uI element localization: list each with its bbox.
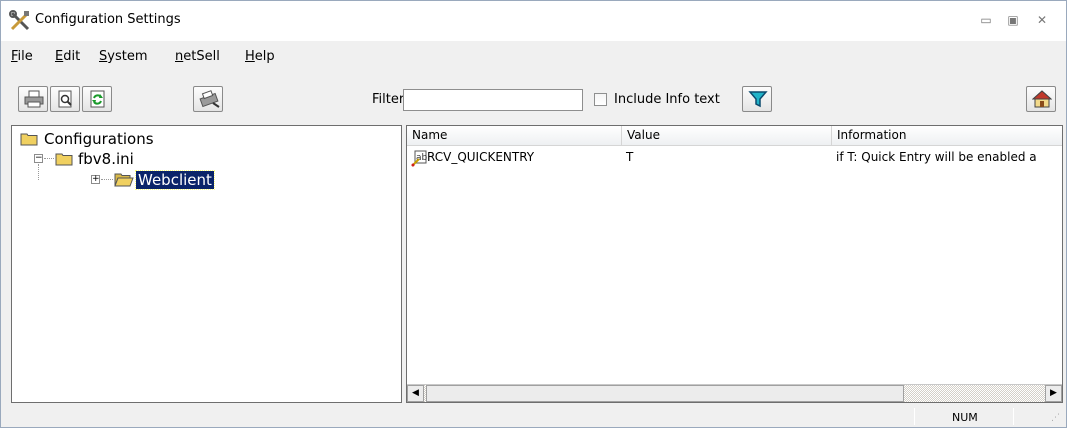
folder-icon [55,153,73,166]
filter-icon [748,91,768,108]
tree-collapse-toggle[interactable]: − [34,154,43,163]
minimize-button[interactable]: ▭ [977,11,995,29]
close-button[interactable]: ✕ [1033,11,1051,29]
resize-grip-icon[interactable]: ⋰ [1051,413,1060,423]
filter-input[interactable] [403,89,583,111]
menu-system[interactable]: System [99,49,148,64]
print-preview-icon [58,90,72,108]
row-name: RCV_QUICKENTRY [427,150,535,164]
menu-edit[interactable]: Edit [55,49,80,64]
scroll-thumb[interactable] [426,385,904,402]
list-header: Name Value Information [407,126,1062,146]
window-title: Configuration Settings [35,12,181,27]
tree-item-fbv8-ini[interactable]: fbv8.ini [78,150,134,168]
apply-filter-button[interactable] [742,86,772,112]
status-num: NUM [952,411,978,424]
status-separator [1013,408,1014,425]
configuration-tree[interactable]: Configurations − fbv8.ini + Webclient [11,125,402,403]
filter-label: Filter [372,92,405,107]
menu-help-mnemonic: H [245,49,255,64]
row-information: if T: Quick Entry will be enabled a [836,150,1037,164]
maximize-button[interactable]: ▣ [1004,11,1022,29]
refresh-button[interactable] [82,86,112,112]
column-header-value[interactable]: Value [622,126,832,146]
status-bar: NUM ⋰ [1,405,1066,427]
tree-line [44,158,54,159]
home-icon [1032,90,1052,108]
tools-icon [9,10,30,31]
menu-bar: File Edit System netSell Help [1,47,1066,69]
include-info-checkbox[interactable] [594,93,607,106]
tree-item-configurations[interactable]: Configurations [44,130,154,148]
menu-netsell-mnemonic: n [175,49,184,64]
menu-netsell[interactable]: netSell [175,49,220,64]
print-preview-button[interactable] [50,86,80,112]
menu-system-label: ystem [107,49,148,64]
menu-help-label: elp [254,49,275,64]
menu-netsell-label: etSell [183,49,220,64]
folder-icon [20,133,38,146]
tree-expand-toggle[interactable]: + [91,175,100,184]
configuration-settings-window: Configuration Settings ▭ ▣ ✕ File Edit S… [0,0,1067,428]
menu-file[interactable]: File [11,49,33,64]
scroll-left-button[interactable]: ◀ [407,385,424,402]
status-separator [914,408,915,425]
refresh-icon [90,90,105,108]
print-button[interactable] [18,86,48,112]
horizontal-scrollbar[interactable]: ◀ ▶ [407,384,1062,402]
column-header-name[interactable]: Name [407,126,622,146]
settings-list[interactable]: Name Value Information ab RCV_QUICKENTRY… [406,125,1063,403]
printer-settings-icon [199,90,220,108]
menu-file-label: ile [17,49,33,64]
tree-line [101,179,113,180]
tree-item-webclient[interactable]: Webclient [135,170,215,190]
open-folder-icon [114,173,134,187]
home-button[interactable] [1026,86,1056,112]
tree-item-webclient-label: Webclient [135,170,215,190]
menu-edit-mnemonic: E [55,49,64,64]
table-row[interactable]: ab RCV_QUICKENTRY T if T: Quick Entry wi… [407,148,1062,168]
include-info-label[interactable]: Include Info text [614,92,720,107]
title-bar[interactable]: Configuration Settings ▭ ▣ ✕ [1,1,1066,41]
tree-line [38,164,39,180]
row-value: T [626,150,634,164]
print-icon [24,90,44,108]
printer-settings-button[interactable] [193,86,223,112]
menu-help[interactable]: Help [245,49,275,64]
scroll-right-button[interactable]: ▶ [1045,385,1062,402]
toolbar: Filter Include Info text [1,83,1066,117]
menu-edit-label: dit [63,49,81,64]
column-header-information[interactable]: Information [832,126,1062,146]
